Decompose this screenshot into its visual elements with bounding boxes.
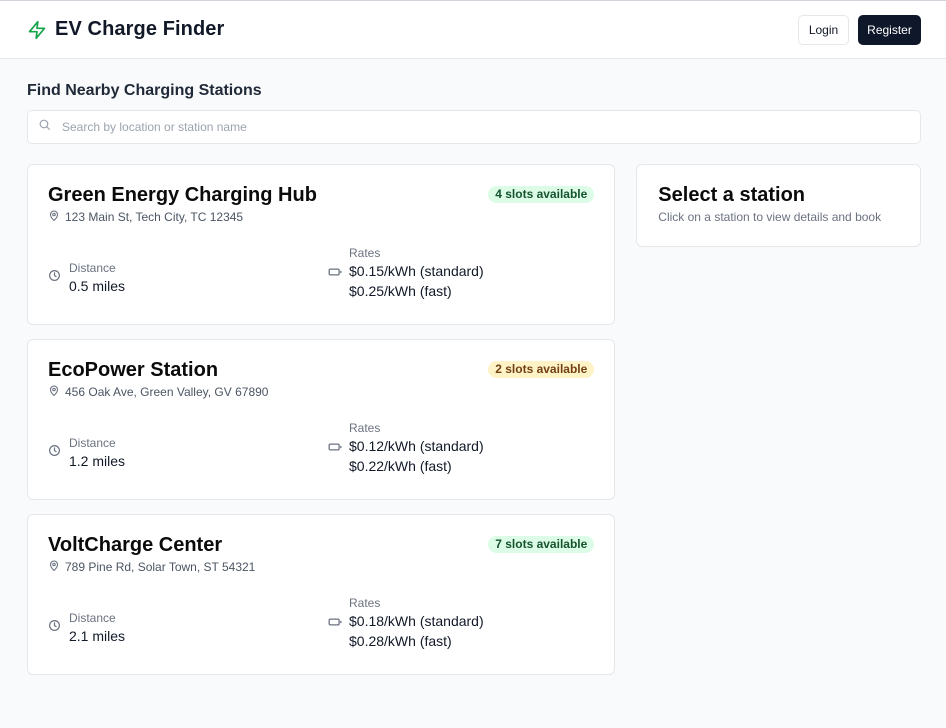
address-text: 456 Oak Ave, Green Valley, GV 67890 bbox=[65, 385, 269, 399]
station-card[interactable]: VoltCharge Center 7 slots available 789 … bbox=[27, 514, 616, 675]
distance-stat: Distance 1.2 miles bbox=[48, 420, 328, 476]
clock-icon bbox=[48, 269, 61, 287]
brand[interactable]: EV Charge Finder bbox=[27, 18, 224, 41]
rate-fast: $0.25/kWh (fast) bbox=[349, 283, 452, 299]
rate-fast: $0.22/kWh (fast) bbox=[349, 458, 452, 474]
station-stats: Distance 0.5 miles Rates $0.15/kWh (stan… bbox=[48, 245, 594, 301]
station-stats: Distance 2.1 miles Rates $0.18/kWh (stan… bbox=[48, 595, 594, 651]
detail-subtitle: Click on a station to view details and b… bbox=[658, 210, 882, 224]
clock-icon bbox=[48, 619, 61, 637]
rates-label: Rates bbox=[349, 246, 381, 260]
map-pin-icon bbox=[48, 209, 60, 225]
address-text: 789 Pine Rd, Solar Town, ST 54321 bbox=[65, 560, 256, 574]
rates-label: Rates bbox=[349, 596, 381, 610]
page-title: Find Nearby Charging Stations bbox=[27, 82, 262, 99]
availability-badge: 7 slots available bbox=[488, 536, 595, 553]
rates-stat: Rates $0.12/kWh (standard) $0.22/kWh (fa… bbox=[328, 420, 484, 476]
station-card[interactable]: Green Energy Charging Hub 4 slots availa… bbox=[27, 164, 616, 325]
address-text: 123 Main St, Tech City, TC 12345 bbox=[65, 210, 244, 224]
map-pin-icon bbox=[48, 559, 60, 575]
station-name: Green Energy Charging Hub bbox=[48, 184, 317, 206]
rate-fast: $0.28/kWh (fast) bbox=[349, 633, 452, 649]
station-card[interactable]: EcoPower Station 2 slots available 456 O… bbox=[27, 339, 616, 500]
station-address: 456 Oak Ave, Green Valley, GV 67890 bbox=[48, 382, 594, 402]
login-button[interactable]: Login bbox=[798, 14, 849, 45]
register-button[interactable]: Register bbox=[858, 14, 921, 45]
battery-icon bbox=[328, 264, 342, 282]
station-address: 789 Pine Rd, Solar Town, ST 54321 bbox=[48, 557, 594, 577]
distance-value: 0.5 miles bbox=[69, 278, 126, 294]
rates-stat: Rates $0.18/kWh (standard) $0.28/kWh (fa… bbox=[328, 595, 484, 651]
station-list: Green Energy Charging Hub 4 slots availa… bbox=[27, 164, 616, 675]
station-stats: Distance 1.2 miles Rates $0.12/kWh (stan… bbox=[48, 420, 594, 476]
rate-standard: $0.12/kWh (standard) bbox=[349, 438, 484, 454]
search-bar bbox=[27, 110, 921, 144]
content-area: Green Energy Charging Hub 4 slots availa… bbox=[27, 164, 921, 675]
station-address: 123 Main St, Tech City, TC 12345 bbox=[48, 207, 594, 227]
main-content: Find Nearby Charging Stations Green Ener… bbox=[0, 81, 946, 675]
lightning-bolt-icon bbox=[27, 20, 47, 40]
top-navigation-bar: EV Charge Finder Login Register bbox=[0, 1, 946, 59]
battery-icon bbox=[328, 439, 342, 457]
distance-stat: Distance 2.1 miles bbox=[48, 595, 328, 651]
distance-value: 2.1 miles bbox=[69, 628, 126, 644]
station-name: EcoPower Station bbox=[48, 359, 219, 381]
search-icon bbox=[38, 118, 51, 136]
station-name: VoltCharge Center bbox=[48, 534, 223, 556]
distance-label: Distance bbox=[69, 611, 116, 625]
rates-label: Rates bbox=[349, 421, 381, 435]
rate-standard: $0.15/kWh (standard) bbox=[349, 263, 484, 279]
clock-icon bbox=[48, 444, 61, 462]
distance-label: Distance bbox=[69, 436, 116, 450]
distance-stat: Distance 0.5 miles bbox=[48, 245, 328, 301]
station-detail-panel: Select a station Click on a station to v… bbox=[636, 164, 921, 247]
battery-icon bbox=[328, 614, 342, 632]
availability-badge: 4 slots available bbox=[488, 186, 595, 203]
rates-stat: Rates $0.15/kWh (standard) $0.25/kWh (fa… bbox=[328, 245, 484, 301]
detail-title: Select a station bbox=[658, 184, 806, 206]
distance-label: Distance bbox=[69, 261, 116, 275]
map-pin-icon bbox=[48, 384, 60, 400]
app-title: EV Charge Finder bbox=[55, 18, 225, 40]
distance-value: 1.2 miles bbox=[69, 453, 126, 469]
availability-badge: 2 slots available bbox=[488, 361, 595, 378]
search-input[interactable] bbox=[62, 120, 910, 134]
rate-standard: $0.18/kWh (standard) bbox=[349, 613, 484, 629]
auth-buttons: Login Register bbox=[798, 14, 921, 45]
